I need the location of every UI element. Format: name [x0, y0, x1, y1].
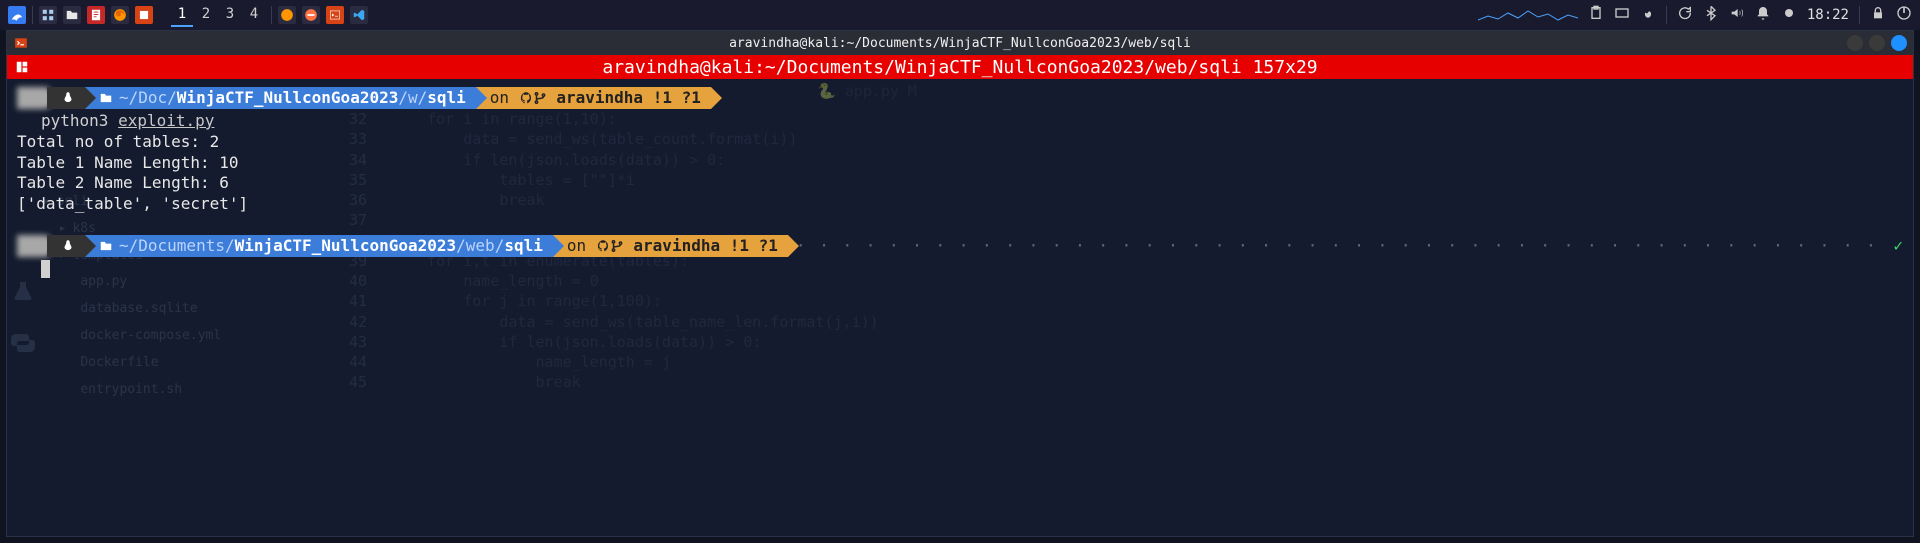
prompt-seg-host: [17, 235, 47, 257]
git-status: !1 ?1: [730, 236, 778, 257]
output-line: Table 1 Name Length: 10: [17, 153, 1903, 174]
prompt-status-ok-icon: ✓: [1893, 236, 1903, 257]
record-icon[interactable]: [1781, 5, 1797, 25]
path-prefix: ~/Doc/: [119, 88, 177, 109]
clipboard-icon[interactable]: [1588, 5, 1604, 25]
prompt-seg-git: on aravindha !1 ?1: [476, 87, 711, 109]
command-line-1: python3 exploit.py: [41, 111, 1903, 132]
workspace-tab-4[interactable]: 4: [243, 3, 265, 27]
folder-icon: [99, 239, 113, 253]
notification-icon[interactable]: [1755, 5, 1771, 25]
prompt-filler: · · · · · · · · · · · · · · · · · · · · …: [796, 236, 1887, 257]
kali-icon[interactable]: [8, 6, 26, 24]
shell-prompt-2: ~/Documents/WinjaCTF_NullconGoa2023/web/…: [17, 235, 1903, 257]
git-branch: aravindha: [633, 236, 720, 257]
branch-icon: [610, 239, 624, 253]
github-icon: [596, 239, 610, 253]
ghost-side-item: Dockerfile: [43, 350, 221, 377]
path-mid: /w/: [398, 88, 427, 109]
prompt-seg-os: [47, 235, 85, 257]
workspaces-icon[interactable]: [1614, 5, 1630, 25]
panel-right: 18:22: [1478, 5, 1912, 25]
output-line: ['data_table', 'secret']: [17, 194, 1903, 215]
firefox-2-icon[interactable]: [278, 6, 296, 24]
git-branch: aravindha: [556, 88, 643, 109]
terminal-body[interactable]: ▸ sqli ▸ k8s ▸ templates app.py database…: [7, 79, 1913, 288]
minimize-button[interactable]: [1847, 35, 1863, 51]
refresh-icon[interactable]: [1677, 5, 1693, 25]
appfinder-icon[interactable]: [39, 6, 57, 24]
workspace-label: 3: [226, 6, 234, 22]
tmux-prefix-icon: [15, 60, 29, 74]
lock-icon[interactable]: [1870, 5, 1886, 25]
path-repo: WinjaCTF_NullconGoa2023: [235, 236, 457, 257]
workspace-label: 4: [250, 6, 258, 22]
bluetooth-icon[interactable]: [1703, 5, 1719, 25]
files-icon[interactable]: [63, 6, 81, 24]
ghost-side-item: docker-compose.yml: [43, 323, 221, 350]
prompt-seg-host: [17, 87, 47, 109]
linux-icon: [61, 239, 75, 253]
git-on-label: on: [490, 88, 509, 109]
prompt-seg-os: [47, 87, 85, 109]
burpsuite-icon[interactable]: [135, 6, 153, 24]
workspace-tab-2[interactable]: 2: [195, 3, 217, 27]
command-line-2[interactable]: [41, 259, 1903, 280]
vscode-task-icon[interactable]: [350, 6, 368, 24]
folder-icon: [99, 91, 113, 105]
output-line: Total no of tables: 2: [17, 132, 1903, 153]
terminal-task-icon[interactable]: [326, 6, 344, 24]
ghost-side-item: database.sqlite: [43, 296, 221, 323]
git-status: !1 ?1: [653, 88, 701, 109]
ghost-side-item: entrypoint.sh: [43, 377, 221, 404]
command-arg: exploit.py: [118, 111, 214, 130]
volume-icon[interactable]: [1729, 5, 1745, 25]
clock[interactable]: 18:22: [1807, 7, 1849, 23]
terminal-window: aravindha@kali:~/Documents/WinjaCTF_Null…: [6, 30, 1914, 537]
window-title: aravindha@kali:~/Documents/WinjaCTF_Null…: [729, 36, 1191, 51]
activity-python-icon: [11, 331, 35, 355]
path-mid: /web/: [456, 236, 504, 257]
tmux-statusbar: aravindha@kali:~/Documents/WinjaCTF_Null…: [7, 55, 1913, 79]
activity-flask-icon: [11, 279, 35, 303]
prompt-seg-path: ~/Documents/WinjaCTF_NullconGoa2023/web/…: [85, 235, 553, 257]
workspace-tab-1[interactable]: 1: [171, 3, 193, 27]
workspace-label: 2: [202, 6, 210, 22]
path-leaf: sqli: [427, 88, 466, 109]
github-icon: [519, 91, 533, 105]
power-icon[interactable]: [1896, 5, 1912, 25]
maximize-button[interactable]: [1869, 35, 1885, 51]
output-line: Table 2 Name Length: 6: [17, 173, 1903, 194]
close-button[interactable]: [1891, 35, 1907, 51]
window-titlebar[interactable]: aravindha@kali:~/Documents/WinjaCTF_Null…: [7, 31, 1913, 55]
command-output: Total no of tables: 2 Table 1 Name Lengt…: [17, 132, 1903, 215]
linux-icon: [61, 91, 75, 105]
path-repo: WinjaCTF_NullconGoa2023: [177, 88, 399, 109]
resources-sparkline-icon: [1478, 6, 1578, 24]
path-prefix: ~/Documents/: [119, 236, 235, 257]
tmux-status-text: aravindha@kali:~/Documents/WinjaCTF_Null…: [602, 57, 1317, 78]
command-binary: python3: [41, 111, 108, 130]
noaccess-icon[interactable]: [302, 6, 320, 24]
shell-prompt-1: ~/Doc/WinjaCTF_NullconGoa2023/w/sqli on …: [17, 87, 1903, 109]
workspace-tab-3[interactable]: 3: [219, 3, 241, 27]
branch-icon: [533, 91, 547, 105]
panel-left: 1 2 3 4: [8, 3, 368, 27]
text-editor-icon[interactable]: [87, 6, 105, 24]
terminal-icon: [13, 35, 29, 51]
window-controls: [1847, 35, 1907, 51]
cursor: [41, 260, 50, 278]
workspace-switcher: 1 2 3 4: [171, 3, 265, 27]
path-leaf: sqli: [504, 236, 543, 257]
firefox-icon[interactable]: [111, 6, 129, 24]
prompt-seg-git: on aravindha !1 ?1: [553, 235, 788, 257]
prompt-seg-path: ~/Doc/WinjaCTF_NullconGoa2023/w/sqli: [85, 87, 476, 109]
git-on-label: on: [567, 236, 586, 257]
desktop-panel: 1 2 3 4 18:22: [0, 0, 1920, 30]
workspace-label: 1: [178, 6, 186, 22]
flame-icon[interactable]: [1640, 5, 1656, 25]
